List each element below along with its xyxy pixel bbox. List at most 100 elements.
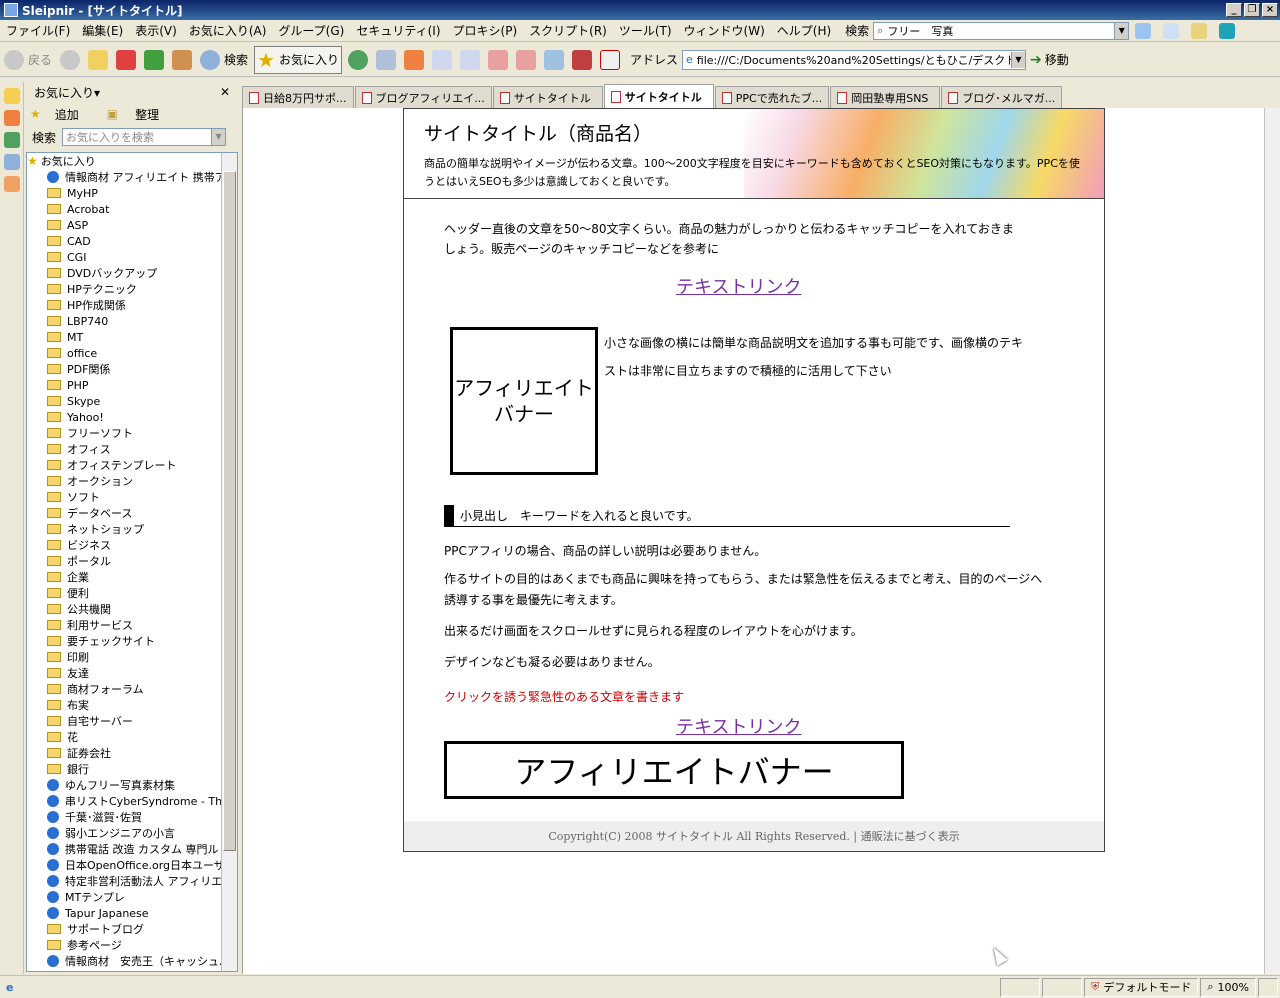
menu-favorites[interactable]: お気に入り(A) [183, 22, 273, 39]
favorites-folder[interactable]: 公共機関 [27, 601, 221, 617]
tab-action-4[interactable] [514, 46, 538, 74]
menu-window[interactable]: ウィンドウ(W) [678, 22, 771, 39]
minimize-button[interactable]: _ [1226, 3, 1242, 17]
favorites-folder[interactable]: ソフト [27, 489, 221, 505]
menu-file[interactable]: ファイル(F) [0, 22, 76, 39]
favorites-folder[interactable]: 企業 [27, 569, 221, 585]
menu-tools[interactable]: ツール(T) [613, 22, 678, 39]
history-panel-icon[interactable] [4, 132, 20, 148]
favorites-link[interactable]: MTテンプレ [27, 889, 221, 905]
favorites-folder[interactable]: Skype [27, 393, 221, 409]
zoom-cell[interactable]: ⌕ 100% [1200, 977, 1256, 997]
favorites-link[interactable]: ゆんフリー写真素材集 [27, 777, 221, 793]
menu-script[interactable]: スクリプト(R) [523, 22, 613, 39]
flag-jp-button[interactable] [598, 46, 622, 74]
add-favorite-button[interactable]: ★ 追加 [30, 106, 93, 123]
address-dropdown-icon[interactable]: ▼ [1011, 51, 1025, 68]
favorites-folder[interactable]: 友達 [27, 665, 221, 681]
favorites-folder[interactable]: 自宅サーバー [27, 713, 221, 729]
close-button[interactable]: × [1262, 3, 1278, 17]
forward-button[interactable] [58, 46, 82, 74]
up-button[interactable] [86, 46, 110, 74]
favorites-folder[interactable]: オフィス [27, 441, 221, 457]
favorites-link[interactable]: 串リストCyberSyndrome - The [27, 793, 221, 809]
rss-button[interactable] [402, 46, 426, 74]
favorites-search-dropdown-icon[interactable]: ▼ [211, 129, 226, 145]
favorites-folder[interactable]: Acrobat [27, 201, 221, 217]
text-link-2[interactable]: テキストリンク [676, 713, 801, 739]
favorites-folder[interactable]: DVDバックアップ [27, 265, 221, 281]
favorites-folder[interactable]: 花 [27, 729, 221, 745]
tab-action-2[interactable] [458, 46, 482, 74]
favorites-folder[interactable]: HPテクニック [27, 281, 221, 297]
menu-view[interactable]: 表示(V) [129, 22, 183, 39]
favorites-folder[interactable]: 要チェックサイト [27, 633, 221, 649]
favorites-scrollbar[interactable] [221, 153, 237, 971]
search-dropdown-icon[interactable]: ▼ [1114, 22, 1129, 39]
search-input[interactable]: ⌕ フリー 写真 ▼ [873, 21, 1130, 40]
browser-tab[interactable]: ブログアフィリエイ... [354, 86, 492, 108]
browser-tab[interactable]: サイトタイトル [492, 86, 603, 108]
favorites-link[interactable]: 情報商材 アフィリエイト 携帯ア [27, 169, 221, 185]
favorites-link[interactable]: 携帯電話 改造 カスタム 専門ル [27, 841, 221, 857]
favorites-folder[interactable]: CGI [27, 249, 221, 265]
stop-button[interactable] [114, 46, 138, 74]
go-button[interactable]: ➔ 移動 [1028, 46, 1071, 74]
menu-help[interactable]: ヘルプ(H) [771, 22, 837, 39]
highlight-icon[interactable] [1159, 17, 1183, 45]
refresh-button[interactable] [142, 46, 166, 74]
browser-tab[interactable]: 岡田塾専用SNS [830, 86, 941, 108]
restore-button[interactable]: ❐ [1244, 3, 1260, 17]
favorites-folder[interactable]: PDF関係 [27, 361, 221, 377]
favorites-folder[interactable]: ポータル [27, 553, 221, 569]
favorites-folder[interactable]: 利用サービス [27, 617, 221, 633]
organize-favorites-button[interactable]: ▣ 整理 [107, 106, 173, 123]
flag-us-button[interactable] [570, 46, 594, 74]
browser-tab[interactable]: サイトタイトル [603, 84, 714, 108]
favorites-folder[interactable]: 商材フォーラム [27, 681, 221, 697]
favorites-folder[interactable]: 参考ページ [27, 937, 221, 953]
favorites-folder[interactable]: サポートブログ [27, 921, 221, 937]
affiliate-banner-wide[interactable]: アフィリエイトバナー [444, 741, 904, 799]
browser-tab[interactable]: ブログ･メルマガ... [941, 86, 1063, 108]
tree-panel-icon[interactable] [4, 154, 20, 170]
affiliate-banner-square[interactable]: アフィリエイト バナー [450, 327, 598, 475]
favorites-folder[interactable]: Yahoo! [27, 409, 221, 425]
search-button[interactable]: 検索 [198, 46, 250, 74]
menu-security[interactable]: セキュリティ(I) [350, 22, 446, 39]
favorites-folder[interactable]: 便利 [27, 585, 221, 601]
menu-group[interactable]: グループ(G) [272, 22, 350, 39]
favorites-link[interactable]: Tapur Japanese [27, 905, 221, 921]
menu-edit[interactable]: 編集(E) [76, 22, 129, 39]
favorites-folder[interactable]: CAD [27, 233, 221, 249]
tab-action-5[interactable] [542, 46, 566, 74]
favorites-folder[interactable]: ビジネス [27, 537, 221, 553]
home-button[interactable] [170, 46, 194, 74]
favorites-link[interactable]: 情報商材 安売王（キャッシュバ [27, 953, 221, 969]
tree-root[interactable]: ★ お気に入り [27, 153, 221, 169]
favorites-folder[interactable]: オークション [27, 473, 221, 489]
favorites-folder[interactable]: データベース [27, 505, 221, 521]
browser-tab[interactable]: PPCで売れたブ... [714, 86, 830, 108]
favorites-folder[interactable]: 証券会社 [27, 745, 221, 761]
content-scrollbar[interactable] [1264, 108, 1280, 974]
mode-cell[interactable]: ⛨ デフォルトモード [1084, 977, 1199, 997]
browser-tab[interactable]: 日給8万円サポ... [242, 86, 354, 108]
favorites-title[interactable]: お気に入り▾ [34, 84, 100, 101]
favorites-folder[interactable]: フリーソフト [27, 425, 221, 441]
favorites-folder[interactable]: 布実 [27, 697, 221, 713]
history-button[interactable] [346, 46, 370, 74]
search-go-icon[interactable] [1131, 17, 1155, 45]
scroll-thumb[interactable] [223, 171, 236, 851]
back-button[interactable]: 戻る [2, 46, 54, 74]
close-icon[interactable]: ✕ [220, 85, 230, 99]
favorites-link[interactable]: 日本OpenOffice.org日本ユーザ [27, 857, 221, 873]
text-link-1[interactable]: テキストリンク [676, 273, 801, 299]
tab-action-1[interactable] [430, 46, 454, 74]
favorites-folder[interactable]: MT [27, 329, 221, 345]
favorites-folder[interactable]: HP作成関係 [27, 297, 221, 313]
favorites-folder[interactable]: PHP [27, 377, 221, 393]
favorites-folder[interactable]: オフィステンプレート [27, 457, 221, 473]
favorites-search-input[interactable]: お気に入りを検索 ▼ [62, 128, 227, 146]
favorites-link[interactable]: 特定非営利活動法人 アフィリエ [27, 873, 221, 889]
